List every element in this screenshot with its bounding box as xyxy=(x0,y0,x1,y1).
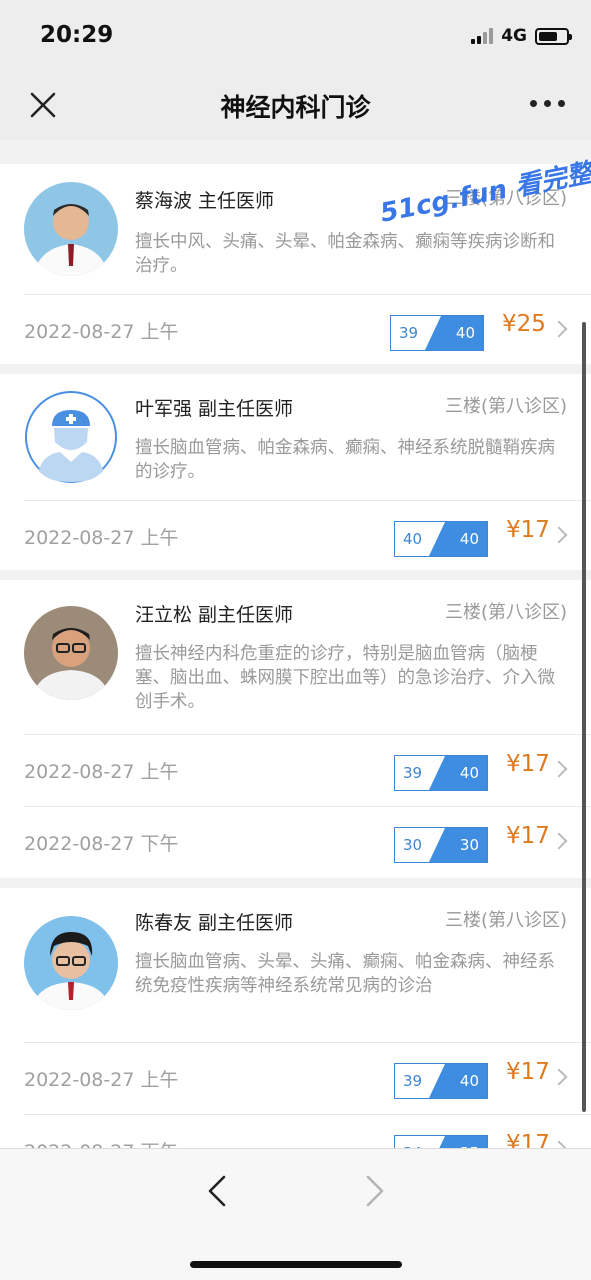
slot-date: 2022-08-27 上午 xyxy=(24,761,179,783)
slot-price: ¥25 xyxy=(502,311,546,337)
schedule-slot[interactable]: 2022-08-27 下午 34 35 ¥17 xyxy=(24,1114,591,1148)
quota-remaining: 39 xyxy=(399,324,419,342)
doctor-avatar xyxy=(24,606,118,700)
status-icons: 4G xyxy=(471,26,572,46)
quota-indicator: 39 40 xyxy=(390,315,484,351)
quota-indicator: 40 40 xyxy=(394,521,488,557)
scrollbar[interactable] xyxy=(582,322,586,1112)
doctor-avatar xyxy=(24,916,118,1010)
doctor-name: 蔡海波 主任医师 xyxy=(135,190,275,212)
quota-total: 40 xyxy=(459,1072,479,1090)
quota-total: 40 xyxy=(455,324,475,342)
quota-indicator: 39 40 xyxy=(394,755,488,791)
slot-price: ¥17 xyxy=(506,1059,550,1085)
nav-bar: 神经内科门诊 xyxy=(0,70,591,140)
doctor-description: 擅长脑血管病、头晕、头痛、癫痫、帕金森病、神经系统免疫性疾病等神经系统常见病的诊… xyxy=(135,952,555,996)
doctor-name: 陈春友 副主任医师 xyxy=(135,912,294,934)
slot-date: 2022-08-27 下午 xyxy=(24,1137,178,1148)
schedule-slot[interactable]: 2022-08-27 下午 30 30 ¥17 xyxy=(24,806,591,878)
quota-indicator: 39 40 xyxy=(394,1063,488,1099)
slot-price: ¥17 xyxy=(506,517,550,543)
doctor-list: 蔡海波 主任医师 三楼(第八诊区) 擅长中风、头痛、头晕、帕金森病、癫痫等疾病诊… xyxy=(0,140,591,1148)
chevron-right-icon xyxy=(550,1140,568,1148)
browser-toolbar xyxy=(0,1148,591,1280)
schedule-slot[interactable]: 2022-08-27 上午 39 40 ¥25 xyxy=(24,294,591,366)
slot-date: 2022-08-27 上午 xyxy=(24,1069,179,1091)
quota-total: 40 xyxy=(459,530,479,548)
doctor-location: 三楼(第八诊区) xyxy=(444,910,567,931)
quota-remaining: 40 xyxy=(403,530,423,548)
chevron-right-icon xyxy=(550,832,568,850)
more-icon[interactable] xyxy=(530,100,565,107)
chevron-right-icon xyxy=(550,320,568,338)
status-bar: 20:29 4G xyxy=(0,0,591,70)
home-indicator xyxy=(190,1261,402,1268)
battery-icon xyxy=(535,27,572,45)
doctor-card[interactable]: 汪立松 副主任医师 三楼(第八诊区) 擅长神经内科危重症的诊疗，特别是脑血管病（… xyxy=(0,580,591,878)
schedule-slot[interactable]: 2022-08-27 上午 40 40 ¥17 xyxy=(24,500,591,572)
quota-remaining: 39 xyxy=(403,764,423,782)
slot-date: 2022-08-27 上午 xyxy=(24,527,179,549)
chevron-right-icon xyxy=(550,760,568,778)
forward-icon[interactable] xyxy=(362,1173,388,1209)
doctor-location: 三楼(第八诊区) xyxy=(444,602,567,623)
slot-date: 2022-08-27 下午 xyxy=(24,833,179,855)
status-time: 20:29 xyxy=(40,22,114,48)
quota-indicator: 30 30 xyxy=(394,827,488,863)
schedule-slot[interactable]: 2022-08-27 上午 39 40 ¥17 xyxy=(24,734,591,806)
doctor-avatar xyxy=(24,182,118,276)
doctor-description: 擅长中风、头痛、头晕、帕金森病、癫痫等疾病诊断和治疗。 xyxy=(135,232,555,276)
doctor-name: 汪立松 副主任医师 xyxy=(135,604,294,626)
quota-remaining: 39 xyxy=(403,1072,423,1090)
chevron-right-icon xyxy=(550,1068,568,1086)
doctor-card[interactable]: 陈春友 副主任医师 三楼(第八诊区) 擅长脑血管病、头晕、头痛、癫痫、帕金森病、… xyxy=(0,888,591,1148)
signal-icon xyxy=(471,28,494,44)
quota-total: 30 xyxy=(459,836,479,854)
doctor-name: 叶军强 副主任医师 xyxy=(135,398,294,420)
network-type: 4G xyxy=(501,26,527,46)
schedule-slot[interactable]: 2022-08-27 上午 39 40 ¥17 xyxy=(24,1042,591,1114)
slot-price: ¥17 xyxy=(506,823,550,849)
slot-price: ¥17 xyxy=(506,1131,550,1148)
doctor-description: 擅长脑血管病、帕金森病、癫痫、神经系统脱髓鞘疾病的诊疗。 xyxy=(135,438,555,482)
quota-indicator: 34 35 xyxy=(394,1135,488,1148)
quota-remaining: 30 xyxy=(403,836,423,854)
doctor-card[interactable]: 叶军强 副主任医师 三楼(第八诊区) 擅长脑血管病、帕金森病、癫痫、神经系统脱髓… xyxy=(0,374,591,570)
page-title: 神经内科门诊 xyxy=(220,93,371,122)
slot-date: 2022-08-27 上午 xyxy=(24,321,179,343)
doctor-avatar xyxy=(24,390,118,484)
doctor-description: 擅长神经内科危重症的诊疗，特别是脑血管病（脑梗塞、脑出血、蛛网膜下腔出血等）的急… xyxy=(135,644,555,712)
quota-total: 40 xyxy=(459,764,479,782)
doctor-location: 三楼(第八诊区) xyxy=(444,396,567,417)
back-icon[interactable] xyxy=(204,1173,230,1209)
slot-price: ¥17 xyxy=(506,751,550,777)
chevron-right-icon xyxy=(550,526,568,544)
